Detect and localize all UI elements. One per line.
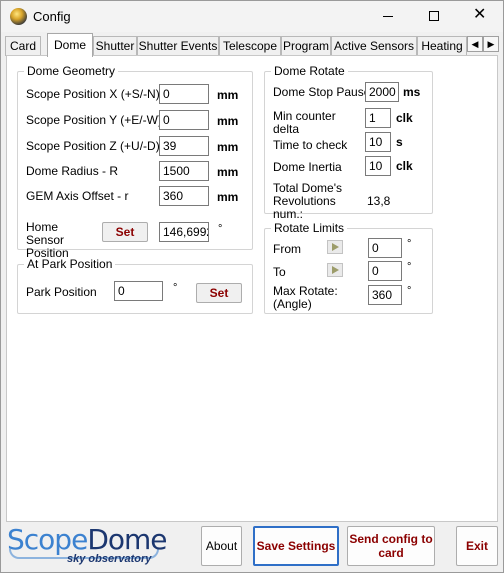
at-park-group: At Park Position Park Position 0 ° Set [17, 257, 253, 314]
dome-radius-unit: mm [217, 165, 239, 179]
window-title: Config [33, 9, 71, 24]
tab-card[interactable]: Card [5, 36, 41, 56]
gem-offset-label: GEM Axis Offset - r [26, 189, 129, 203]
about-button[interactable]: About [201, 526, 242, 566]
maximize-icon [429, 11, 439, 21]
home-sensor-label: Home Sensor Position [26, 220, 69, 260]
tab-telescope[interactable]: Telescope [219, 36, 281, 56]
tab-program[interactable]: Program [281, 36, 331, 56]
tab-shutter[interactable]: Shutter [93, 36, 137, 56]
max-rotate-degree-unit: ° [407, 285, 412, 297]
dome-tab-page: Dome Geometry Scope Position X (+S/-N) 0… [6, 55, 498, 522]
scope-z-label: Scope Position Z (+U/-D) [26, 139, 160, 153]
close-icon: ✕ [473, 6, 487, 23]
maximize-button[interactable] [411, 1, 457, 32]
park-position-input[interactable]: 0 [114, 281, 163, 301]
play-icon [332, 243, 339, 251]
to-play-button[interactable] [327, 263, 343, 277]
dome-rotate-group: Dome Rotate Dome Stop Pause 2000 ms Min … [264, 64, 433, 221]
gem-offset-unit: mm [217, 190, 239, 204]
at-park-title: At Park Position [24, 257, 116, 271]
scope-z-unit: mm [217, 140, 239, 154]
park-position-label: Park Position [26, 285, 97, 299]
logo-subtitle: sky observatory [67, 553, 152, 565]
from-degree-unit: ° [407, 238, 412, 250]
inertia-unit: clk [396, 159, 413, 173]
park-position-degree-unit: ° [173, 282, 178, 294]
home-sensor-set-button[interactable]: Set [102, 222, 148, 242]
exit-button[interactable]: Exit [456, 526, 498, 566]
scope-y-label: Scope Position Y (+E/-W) [26, 113, 162, 127]
tab-strip: Card Dome Shutter Shutter Events Telesco… [1, 32, 503, 57]
home-sensor-input[interactable]: 146,6992 [159, 222, 209, 242]
dome-geometry-group: Dome Geometry Scope Position X (+S/-N) 0… [17, 64, 253, 260]
min-counter-unit: clk [396, 111, 413, 125]
dome-radius-label: Dome Radius - R [26, 164, 119, 178]
min-counter-label: Min counter delta [273, 109, 336, 136]
to-input[interactable]: 0 [368, 261, 402, 281]
park-position-set-button[interactable]: Set [196, 283, 242, 303]
dome-geometry-title: Dome Geometry [24, 64, 119, 78]
min-counter-input[interactable]: 1 [365, 108, 391, 128]
scope-x-label: Scope Position X (+S/-N) [26, 87, 160, 101]
time-check-input[interactable]: 10 [365, 132, 391, 152]
from-play-button[interactable] [327, 240, 343, 254]
from-input[interactable]: 0 [368, 238, 402, 258]
gem-offset-input[interactable]: 360 [159, 186, 209, 206]
tab-scroll-right-button[interactable]: ▶ [483, 36, 499, 52]
minimize-icon [383, 16, 393, 17]
chevron-left-icon: ◀ [471, 39, 479, 49]
close-button[interactable]: ✕ [457, 1, 503, 32]
play-icon [332, 266, 339, 274]
dome-radius-input[interactable]: 1500 [159, 161, 209, 181]
max-rotate-label: Max Rotate: (Angle) [273, 284, 338, 311]
chevron-right-icon: ▶ [487, 39, 495, 49]
tab-active-sensors[interactable]: Active Sensors [331, 36, 417, 56]
rotate-limits-group: Rotate Limits From 0 ° To 0 ° Max Rotate… [264, 221, 433, 314]
scope-x-unit: mm [217, 88, 239, 102]
config-window: Config ✕ Card Dome Shutter Shutter Event… [0, 0, 504, 573]
time-check-unit: s [396, 135, 403, 149]
to-label: To [273, 265, 286, 279]
tab-dome[interactable]: Dome [47, 33, 93, 57]
scopedome-logo: ScopeDome sky observatory [7, 523, 168, 568]
rotate-limits-title: Rotate Limits [271, 221, 348, 235]
revolutions-value: 13,8 [367, 194, 391, 208]
stop-pause-label: Dome Stop Pause [273, 85, 371, 99]
max-rotate-input[interactable]: 360 [368, 285, 402, 305]
stop-pause-unit: ms [403, 85, 421, 99]
scope-x-input[interactable]: 0 [159, 84, 209, 104]
to-degree-unit: ° [407, 261, 412, 273]
stop-pause-input[interactable]: 2000 [365, 82, 399, 102]
inertia-input[interactable]: 10 [365, 156, 391, 176]
tab-scroll-left-button[interactable]: ◀ [467, 36, 483, 52]
logo-scope-text: Scope [7, 523, 88, 556]
tab-heating[interactable]: Heating [417, 36, 467, 56]
logo-dome-text: Dome [87, 523, 167, 556]
dome-rotate-title: Dome Rotate [271, 64, 348, 78]
home-sensor-degree-unit: ° [218, 223, 223, 235]
scope-z-input[interactable]: 39 [159, 136, 209, 156]
title-bar: Config ✕ [1, 1, 503, 32]
scope-y-input[interactable]: 0 [159, 110, 209, 130]
send-config-button[interactable]: Send config to card [347, 526, 435, 566]
inertia-label: Dome Inertia [273, 160, 342, 174]
minimize-button[interactable] [365, 1, 411, 32]
logo-wordmark: ScopeDome [7, 523, 168, 556]
save-settings-button[interactable]: Save Settings [253, 526, 339, 566]
time-check-label: Time to check [273, 138, 348, 152]
from-label: From [273, 242, 301, 256]
tab-shutter-events[interactable]: Shutter Events [137, 36, 219, 56]
app-icon [10, 8, 27, 25]
scope-y-unit: mm [217, 114, 239, 128]
revolutions-label: Total Dome's Revolutions num.: [273, 181, 342, 221]
